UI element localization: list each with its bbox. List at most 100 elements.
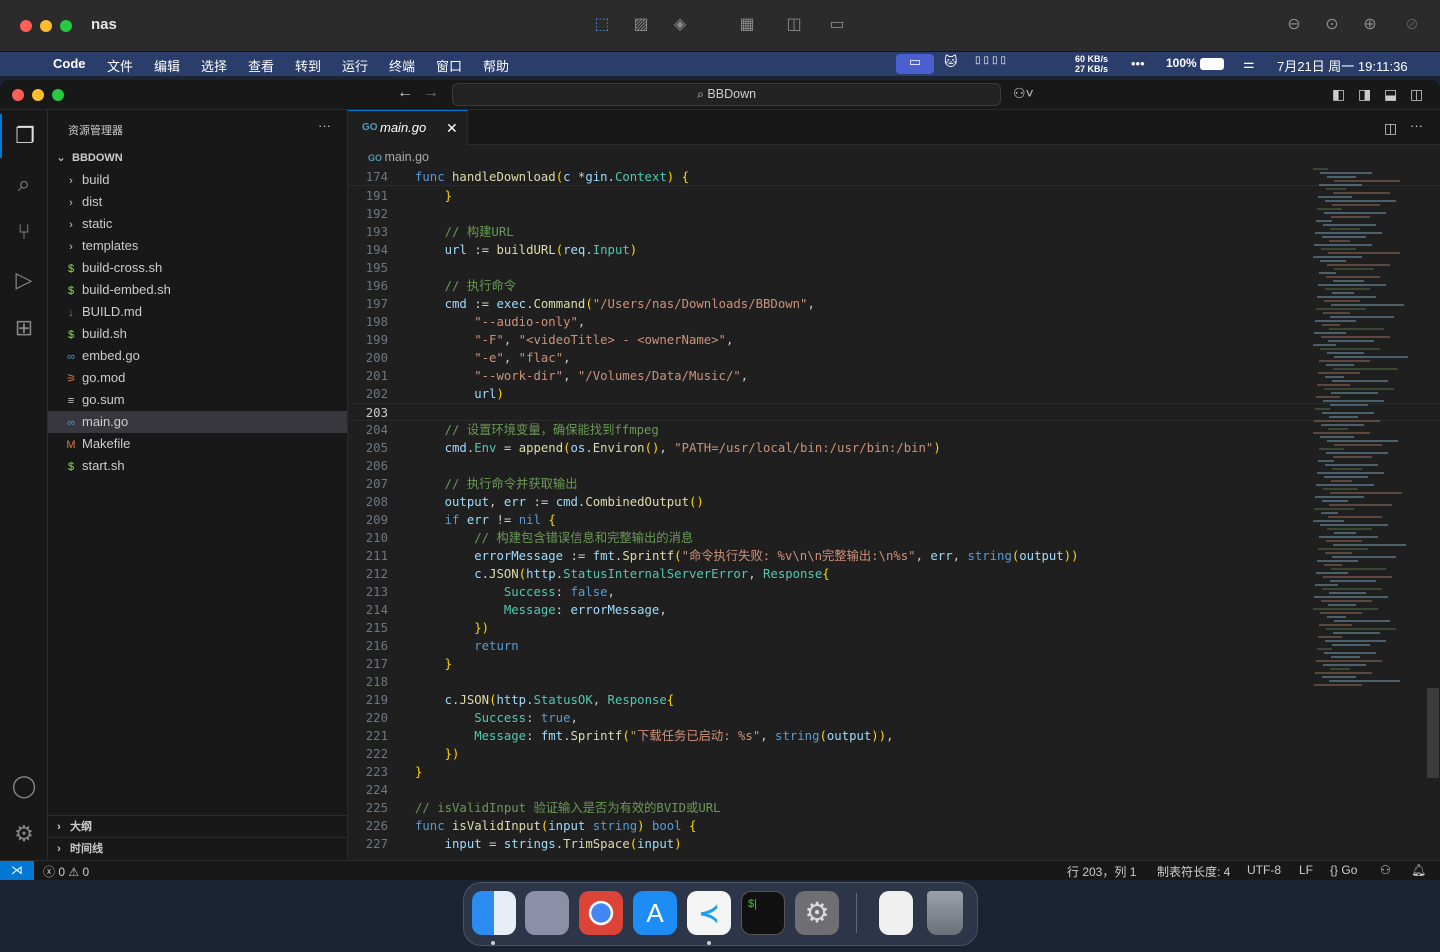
file-tree-item[interactable]: ∞ embed.go xyxy=(48,345,347,367)
code-line[interactable]: 203 xyxy=(348,403,1440,421)
notifications-bell-icon[interactable]: 🔔︎ xyxy=(1411,863,1426,877)
run-debug-icon[interactable]: ▷ xyxy=(0,258,48,302)
menu-terminal[interactable]: 终端 xyxy=(389,56,415,75)
zoom-in-icon[interactable]: ⊕ xyxy=(1358,14,1382,36)
search-view-icon[interactable]: ⌕ xyxy=(0,162,48,206)
control-center-icon[interactable]: ⚌ xyxy=(1243,56,1255,72)
zoom-actual-icon[interactable]: ⊙ xyxy=(1320,14,1344,36)
forward-arrow-icon[interactable]: → xyxy=(423,84,439,102)
cat-icon[interactable]: 🐱 xyxy=(944,54,958,70)
terminal-icon[interactable]: $| xyxy=(741,891,785,935)
code-line[interactable]: 224 xyxy=(348,781,1440,799)
language-mode[interactable]: {} Go xyxy=(1330,863,1357,877)
system-settings-icon[interactable]: ⚙ xyxy=(795,891,839,935)
editor-scrollbar-thumb[interactable] xyxy=(1427,688,1439,778)
code-line[interactable]: 222 }) xyxy=(348,745,1440,763)
finder-icon[interactable] xyxy=(472,891,516,935)
file-tree-item[interactable]: ↓ BUILD.md xyxy=(48,301,347,323)
menu-run[interactable]: 运行 xyxy=(342,56,368,75)
editor-more-icon[interactable]: ··· xyxy=(1410,118,1423,133)
code-line[interactable]: 195 xyxy=(348,259,1440,277)
menubar-clock[interactable]: 7月21日 周一 19:11:36 xyxy=(1277,56,1408,75)
code-line[interactable]: 218 xyxy=(348,673,1440,691)
minimap[interactable] xyxy=(1308,168,1428,688)
vscode-icon[interactable]: ≺ xyxy=(687,891,731,935)
code-line[interactable]: 208 output, err := cmd.CombinedOutput() xyxy=(348,493,1440,511)
zoom-window-button[interactable] xyxy=(60,20,72,32)
code-line[interactable]: 200 "-e", "flac", xyxy=(348,349,1440,367)
code-line[interactable]: 217 } xyxy=(348,655,1440,673)
screenshot-tool-icon[interactable]: ▨ xyxy=(629,14,653,36)
end-of-line[interactable]: LF xyxy=(1299,863,1313,877)
file-tree-item[interactable]: › templates xyxy=(48,235,347,257)
command-center-search[interactable]: ⌕ BBDown xyxy=(452,83,1001,106)
layers-icon[interactable]: ◈ xyxy=(668,14,692,36)
code-line[interactable]: 204 // 设置环境变量，确保能找到ffmpeg xyxy=(348,421,1440,439)
source-control-icon[interactable]: ⑂ xyxy=(0,210,48,254)
code-line[interactable]: 220 Success: true, xyxy=(348,709,1440,727)
code-line[interactable]: 194 url := buildURL(req.Input) xyxy=(348,241,1440,259)
file-tree-item[interactable]: $ build-cross.sh xyxy=(48,257,347,279)
back-arrow-icon[interactable]: ← xyxy=(397,84,413,102)
split-editor-icon[interactable]: ◫ xyxy=(1384,120,1397,137)
toggle-secondary-sidebar-icon[interactable]: ◫ xyxy=(1410,86,1423,103)
code-line[interactable]: 191 } xyxy=(348,187,1440,205)
tab-size[interactable]: 制表符长度: 4 xyxy=(1157,863,1230,880)
workspace-root[interactable]: ⌄ BBDOWN xyxy=(48,147,347,169)
menu-app-name[interactable]: Code xyxy=(53,56,86,71)
menu-file[interactable]: 文件 xyxy=(107,56,133,75)
pointer-tool-icon[interactable]: ⬚ xyxy=(590,14,614,36)
code-line[interactable]: 214 Message: errorMessage, xyxy=(348,601,1440,619)
app-store-icon[interactable]: A xyxy=(633,891,677,935)
zoom-fit-icon[interactable]: ⊘ xyxy=(1400,14,1424,36)
explorer-icon[interactable]: ❐ xyxy=(0,114,48,158)
file-tree-item[interactable]: › dist xyxy=(48,191,347,213)
code-line[interactable]: 211 errorMessage := fmt.Sprintf("命令执行失败:… xyxy=(348,547,1440,565)
code-line[interactable]: 219 c.JSON(http.StatusOK, Response{ xyxy=(348,691,1440,709)
menu-edit[interactable]: 编辑 xyxy=(154,56,180,75)
code-line[interactable]: 206 xyxy=(348,457,1440,475)
battery-icon[interactable] xyxy=(1200,58,1224,70)
code-line[interactable]: 202 url) xyxy=(348,385,1440,403)
file-tree-item[interactable]: ∞ main.go xyxy=(48,411,347,433)
menu-selection[interactable]: 选择 xyxy=(201,56,227,75)
code-line[interactable]: 227 input = strings.TrimSpace(input) xyxy=(348,835,1440,853)
more-menu-extras[interactable]: ••• xyxy=(1131,56,1145,71)
code-line[interactable]: 212 c.JSON(http.StatusInternalServerErro… xyxy=(348,565,1440,583)
breadcrumb[interactable]: GO main.go xyxy=(368,150,429,164)
file-tree-item[interactable]: M Makefile xyxy=(48,433,347,455)
file-tree-item[interactable]: ≡ go.sum xyxy=(48,389,347,411)
file-tree-item[interactable]: $ build-embed.sh xyxy=(48,279,347,301)
trash-icon[interactable] xyxy=(927,891,963,935)
code-editor[interactable]: 174 func handleDownload(c *gin.Context) {… xyxy=(348,168,1440,858)
code-line[interactable]: 210 // 构建包含错误信息和完整输出的消息 xyxy=(348,529,1440,547)
file-tree-item[interactable]: ⚞ go.mod xyxy=(48,367,347,389)
toggle-sidebar-icon[interactable]: ◨ xyxy=(1358,86,1371,103)
code-line[interactable]: 225 // isValidInput 验证输入是否为有效的BVID或URL xyxy=(348,799,1440,817)
file-tree-item[interactable]: $ build.sh xyxy=(48,323,347,345)
file-tree-item[interactable]: › build xyxy=(48,169,347,191)
menu-view[interactable]: 查看 xyxy=(248,56,274,75)
tab-main-go[interactable]: GO main.go ✕ xyxy=(348,110,468,145)
code-line[interactable]: 192 xyxy=(348,205,1440,223)
code-line[interactable]: 193 // 构建URL xyxy=(348,223,1440,241)
close-window-button[interactable] xyxy=(20,20,32,32)
zoom-out-icon[interactable]: ⊖ xyxy=(1282,14,1306,36)
code-line[interactable]: 205 cmd.Env = append(os.Environ(), "PATH… xyxy=(348,439,1440,457)
screen-mirroring-icon[interactable]: ▭ xyxy=(896,54,934,74)
vscode-minimize-button[interactable] xyxy=(32,89,44,101)
copilot-icon[interactable]: ⚇˅ xyxy=(1013,85,1034,102)
customize-layout-icon[interactable]: ◧ xyxy=(1332,86,1345,103)
accounts-icon[interactable]: ◯ xyxy=(0,764,48,808)
code-line[interactable]: 216 return xyxy=(348,637,1440,655)
split-view-icon[interactable]: ◫ xyxy=(780,14,808,36)
file-tree-item[interactable]: › static xyxy=(48,213,347,235)
code-line[interactable]: 201 "--work-dir", "/Volumes/Data/Music/"… xyxy=(348,367,1440,385)
sticky-scroll-line[interactable]: 174 func handleDownload(c *gin.Context) { xyxy=(348,168,1440,186)
cursor-position[interactable]: 行 203，列 1 xyxy=(1067,863,1136,880)
code-line[interactable]: 197 cmd := exec.Command("/Users/nas/Down… xyxy=(348,295,1440,313)
document-icon[interactable] xyxy=(879,891,913,935)
code-line[interactable]: 196 // 执行命令 xyxy=(348,277,1440,295)
code-line[interactable]: 223} xyxy=(348,763,1440,781)
system-monitor-icon[interactable]: ▯▯▯▯ xyxy=(975,55,1009,66)
